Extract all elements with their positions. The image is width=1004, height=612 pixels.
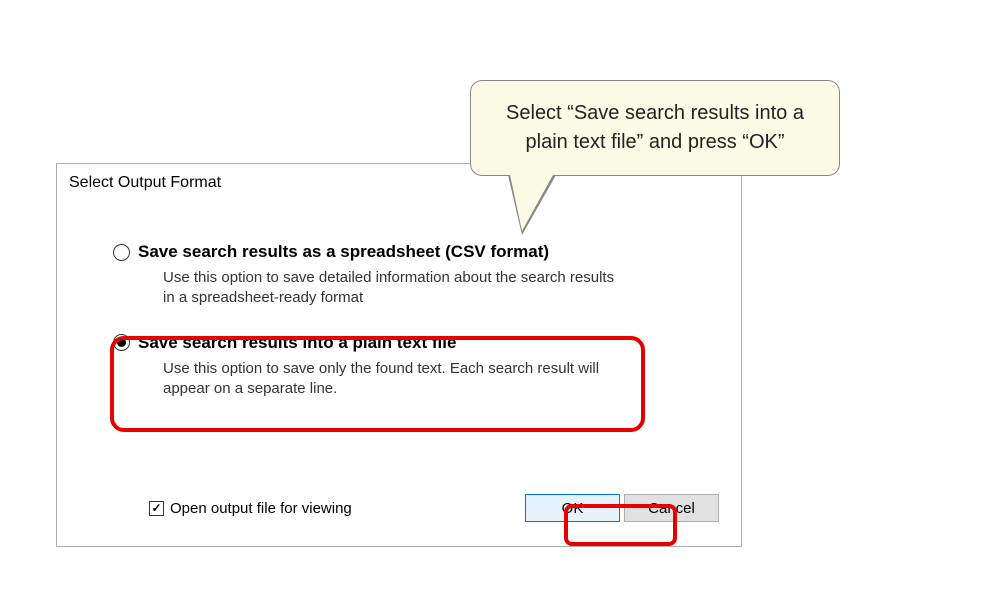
open-output-checkbox[interactable] xyxy=(149,501,164,516)
open-output-label: Open output file for viewing xyxy=(170,500,352,517)
option-text-title: Save search results into a plain text fi… xyxy=(138,333,456,353)
dialog-bottom-row: Open output file for viewing OK Cancel xyxy=(57,494,741,522)
annotation-callout-text: Select “Save search results into a plain… xyxy=(506,102,804,153)
option-csv[interactable]: Save search results as a spreadsheet (CS… xyxy=(113,242,711,309)
annotation-callout: Select “Save search results into a plain… xyxy=(470,80,870,240)
option-csv-desc: Use this option to save detailed informa… xyxy=(163,268,623,309)
option-text-desc: Use this option to save only the found t… xyxy=(163,359,623,400)
option-csv-title: Save search results as a spreadsheet (CS… xyxy=(138,242,549,262)
radio-text[interactable] xyxy=(113,334,130,351)
cancel-button[interactable]: Cancel xyxy=(624,494,719,522)
radio-csv[interactable] xyxy=(113,244,130,261)
option-text[interactable]: Save search results into a plain text fi… xyxy=(113,333,711,400)
ok-button[interactable]: OK xyxy=(525,494,620,522)
option-text-header[interactable]: Save search results into a plain text fi… xyxy=(113,333,711,353)
option-csv-header[interactable]: Save search results as a spreadsheet (CS… xyxy=(113,242,711,262)
open-output-checkbox-wrap[interactable]: Open output file for viewing xyxy=(149,500,352,517)
annotation-callout-body: Select “Save search results into a plain… xyxy=(470,80,840,176)
